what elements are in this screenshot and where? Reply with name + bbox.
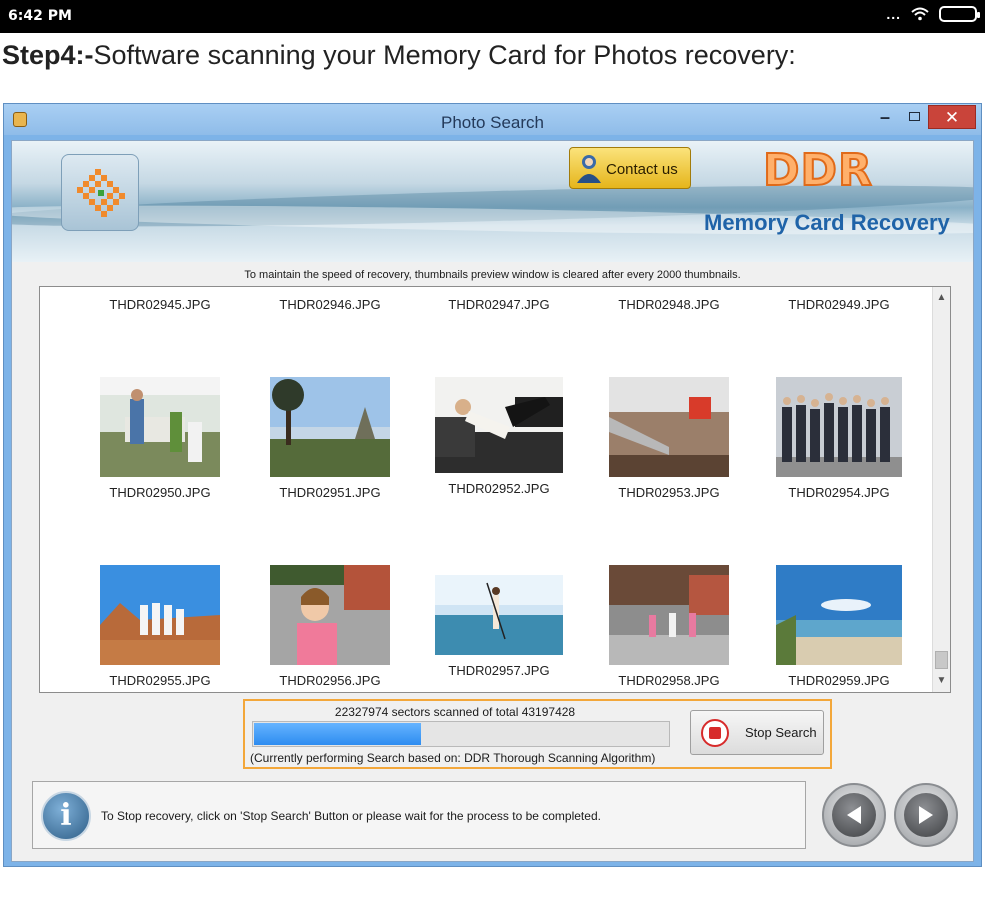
algorithm-text: (Currently performing Search based on: D…	[250, 751, 656, 765]
app-window: Photo Search – ✕ Contact us DDR Memory C…	[3, 103, 982, 867]
arrow-right-icon	[919, 806, 933, 824]
thumbnail[interactable]: THDR02954.JPG	[764, 377, 914, 500]
footer-info-panel: i To Stop recovery, click on 'Stop Searc…	[32, 781, 806, 849]
progress-fill	[254, 723, 421, 745]
thumbnail-filename: THDR02957.JPG	[448, 663, 550, 678]
scroll-up-icon[interactable]: ▲	[933, 290, 950, 306]
stop-icon	[701, 719, 729, 747]
photo-woman-couch-image	[435, 377, 563, 473]
photo-atrium-image	[609, 377, 729, 477]
photo-beach-image	[776, 565, 902, 665]
thumbnail[interactable]: THDR02949.JPG	[764, 297, 914, 312]
contact-us-button[interactable]: Contact us	[569, 147, 691, 189]
progress-bar	[252, 721, 670, 747]
thumbnail-filename: THDR02958.JPG	[618, 673, 720, 688]
stop-search-button[interactable]: Stop Search	[690, 710, 824, 755]
thumbnail-filename: THDR02947.JPG	[448, 297, 550, 312]
thumbnail[interactable]: THDR02946.JPG	[255, 297, 405, 312]
thumbnail[interactable]: THDR02955.JPG	[85, 565, 235, 688]
thumbnail-filename: THDR02959.JPG	[788, 673, 890, 688]
thumbnail-filename: THDR02956.JPG	[279, 673, 381, 688]
header-banner: Contact us DDR Memory Card Recovery	[12, 141, 973, 262]
thumbnail[interactable]: THDR02951.JPG	[255, 377, 405, 500]
thumbnail[interactable]: THDR02952.JPG	[424, 377, 574, 496]
brand-logo-text: DDR	[762, 144, 873, 197]
logo-pattern-icon	[77, 169, 125, 217]
photo-desert-family-image	[100, 565, 220, 665]
sectors-scanned-text: 22327974 sectors scanned of total 431974…	[334, 705, 576, 719]
thumbnail[interactable]: THDR02945.JPG	[85, 297, 235, 312]
stop-search-label: Stop Search	[745, 725, 817, 740]
contact-us-label: Contact us	[606, 161, 678, 178]
maximize-icon	[908, 112, 920, 121]
title-bar[interactable]: Photo Search – ✕	[4, 104, 981, 135]
notice-text: To maintain the speed of recovery, thumb…	[244, 269, 741, 281]
window-title: Photo Search	[440, 113, 544, 132]
info-icon: i	[41, 791, 91, 841]
photo-paddleboard-image	[435, 575, 563, 655]
step-label: Step4:-	[2, 40, 94, 70]
photo-market-image	[100, 377, 220, 477]
photo-group-image	[776, 377, 902, 477]
thumbnail[interactable]: THDR02956.JPG	[255, 565, 405, 688]
page-heading: Step4:-Software scanning your Memory Car…	[2, 40, 796, 71]
thumbnail-gallery[interactable]: THDR02945.JPG THDR02946.JPG THDR02947.JP…	[39, 286, 951, 693]
thumbnail-filename: THDR02949.JPG	[788, 297, 890, 312]
thumbnail[interactable]: THDR02948.JPG	[594, 297, 744, 312]
thumbnail-filename: THDR02950.JPG	[109, 485, 211, 500]
thumbnail[interactable]: THDR02950.JPG	[85, 377, 235, 500]
product-name: Memory Card Recovery	[704, 210, 950, 235]
back-button[interactable]	[822, 783, 886, 847]
close-button[interactable]: ✕	[928, 105, 976, 129]
wifi-icon	[911, 7, 929, 21]
photo-lake-tree-image	[270, 377, 390, 477]
gallery-scrollbar[interactable]: ▲ ▼	[932, 287, 950, 692]
arrow-left-icon	[847, 806, 861, 824]
app-logo	[61, 154, 139, 231]
thumbnail-filename: THDR02954.JPG	[788, 485, 890, 500]
thumbnail[interactable]: THDR02958.JPG	[594, 565, 744, 688]
thumbnail-filename: THDR02951.JPG	[279, 485, 381, 500]
thumbnail-filename: THDR02946.JPG	[279, 297, 381, 312]
thumbnail-filename: THDR02955.JPG	[109, 673, 211, 688]
photo-courtyard-image	[609, 565, 729, 665]
progress-panel: 22327974 sectors scanned of total 431974…	[243, 699, 832, 769]
thumbnail-filename: THDR02948.JPG	[618, 297, 720, 312]
thumbnail[interactable]: THDR02947.JPG	[424, 297, 574, 312]
thumbnail-filename: THDR02953.JPG	[618, 485, 720, 500]
scroll-down-icon[interactable]: ▼	[933, 673, 950, 689]
scroll-thumb[interactable]	[935, 651, 948, 669]
next-button-face	[904, 793, 948, 837]
thumbnail-filename: THDR02945.JPG	[109, 297, 211, 312]
window-client: Contact us DDR Memory Card Recovery To m…	[11, 140, 974, 862]
person-icon	[577, 155, 601, 183]
thumbnail[interactable]: THDR02957.JPG	[424, 575, 574, 678]
more-icon: ...	[886, 6, 901, 22]
thumbnail-filename: THDR02952.JPG	[448, 481, 550, 496]
thumbnail[interactable]: THDR02953.JPG	[594, 377, 744, 500]
maximize-button[interactable]	[901, 107, 927, 131]
step-text: Software scanning your Memory Card for P…	[93, 40, 796, 70]
footer-message: To Stop recovery, click on 'Stop Search'…	[101, 809, 601, 823]
minimize-button[interactable]: –	[872, 107, 898, 131]
next-button[interactable]	[894, 783, 958, 847]
status-bar: 6:42 PM ...	[0, 0, 985, 33]
back-button-face	[832, 793, 876, 837]
photo-girl-image	[270, 565, 390, 665]
thumbnail[interactable]: THDR02959.JPG	[764, 565, 914, 688]
status-time: 6:42 PM	[8, 8, 72, 24]
status-icons: ...	[886, 6, 980, 22]
battery-icon	[939, 6, 980, 22]
